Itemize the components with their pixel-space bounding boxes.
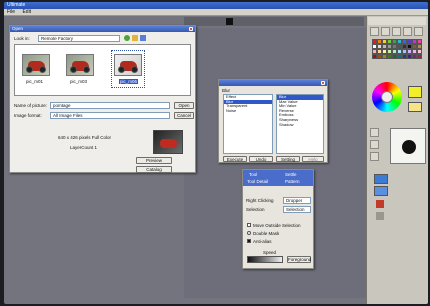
brush-size-large-icon[interactable]	[370, 152, 379, 161]
brush-size-small-icon[interactable]	[370, 128, 379, 137]
blur-title-label: Blur	[222, 88, 231, 93]
text-tool-icon[interactable]	[414, 27, 423, 36]
type-label: Image format:	[14, 113, 42, 118]
setting-button[interactable]: Setting	[276, 156, 300, 162]
checkbox-anti-alias[interactable]	[247, 239, 251, 243]
bike-image	[160, 139, 177, 148]
color-wheel-center	[381, 91, 393, 103]
open-button[interactable]: Open	[174, 102, 194, 109]
thumbnail-3[interactable]	[114, 54, 142, 76]
menu-file[interactable]: File	[4, 9, 18, 16]
folder-up-icon[interactable]	[124, 35, 130, 41]
color-palette[interactable]	[372, 39, 422, 59]
background-color-swatch[interactable]	[408, 102, 422, 112]
screen: Ultimate File Edit Open Look in: Remote …	[4, 2, 428, 304]
selection-select[interactable]: Selection	[283, 206, 311, 213]
thumbnail-2[interactable]	[66, 54, 94, 76]
option-move-outside-label: Move Outside Selection	[253, 223, 301, 228]
option-anti-alias-label: Anti-alias	[253, 239, 272, 244]
layer-thumbnail-1[interactable]	[374, 174, 388, 184]
catalog-button[interactable]: Catalog	[136, 166, 172, 173]
open-dialog: Open Look in: Remote Factory pic_m01 pic…	[9, 25, 196, 173]
look-in-select[interactable]: Remote Factory	[38, 35, 120, 42]
toolbar-strip	[184, 17, 364, 26]
thumbnail-2-label: pic_m03	[70, 79, 88, 84]
thumbnail-3-label: pic_m06	[119, 79, 139, 84]
thumbnail-1-label: pic_m01	[26, 79, 44, 84]
pencil-tool-icon[interactable]	[370, 27, 379, 36]
app-title: Ultimate	[7, 2, 26, 8]
selection-value: Selection	[286, 207, 305, 212]
speed-slider[interactable]	[247, 256, 283, 263]
undo-button[interactable]: Undo	[249, 156, 273, 162]
color-wheel[interactable]	[372, 82, 402, 112]
brush-preview	[390, 128, 426, 164]
selection-panel: Tool Settle Tool Detail Pattern Right Cl…	[242, 169, 314, 269]
tab-tool[interactable]: Tool	[249, 172, 257, 177]
speed-label: Speed	[263, 250, 277, 255]
foreground-button[interactable]: Foreground	[287, 256, 311, 263]
name-input-value: pomtage	[53, 103, 71, 108]
tab-pattern[interactable]: Pattern	[285, 179, 300, 184]
preview-image	[153, 130, 183, 154]
image-info-text: 640 x 426 pixels Full Color	[58, 135, 112, 140]
type-select-value: All Image Files	[53, 113, 83, 118]
close-icon[interactable]	[321, 81, 325, 85]
brush-dot	[402, 140, 416, 154]
option-double-mask-label: Double Mask	[253, 231, 280, 236]
filter-list[interactable]: Blur Max Value Min Value Reverse Emboss …	[276, 94, 324, 154]
thumbnail-1[interactable]	[22, 54, 50, 76]
menu-bar: File Edit	[4, 9, 428, 16]
right-panel-header	[368, 17, 426, 25]
layer-thumbnail-2[interactable]	[374, 186, 388, 196]
execute-button[interactable]: Execute	[223, 156, 247, 162]
tab-tool-detail[interactable]: Tool Detail	[247, 179, 268, 184]
brush-size-medium-icon[interactable]	[370, 140, 379, 149]
checkbox-double-mask[interactable]	[247, 231, 251, 235]
view-menu-icon[interactable]	[140, 35, 146, 41]
layer-visibility-icon[interactable]	[376, 212, 384, 220]
name-label: Name of picture:	[14, 103, 48, 108]
layer-lock-icon[interactable]	[376, 200, 384, 208]
look-in-label: Look in:	[14, 36, 30, 41]
blur-dialog: Blur Effect Blur Transparent Noise Blur …	[218, 79, 328, 163]
eraser-tool-icon[interactable]	[392, 27, 401, 36]
palette-swatch[interactable]	[417, 54, 422, 59]
cancel-button[interactable]: Cancel	[174, 112, 194, 119]
type-select[interactable]: All Image Files	[50, 112, 170, 119]
category-item-noise[interactable]: Noise	[224, 108, 272, 114]
fill-tool-icon[interactable]	[403, 27, 412, 36]
tab-settle[interactable]: Settle	[285, 172, 297, 177]
close-icon[interactable]	[189, 27, 193, 31]
right-clicking-select[interactable]: Dropper	[283, 197, 311, 204]
checkbox-move-outside[interactable]	[247, 223, 251, 227]
blur-dialog-title	[219, 80, 327, 86]
preview-button[interactable]: Preview	[136, 157, 172, 164]
check-mark-icon	[248, 240, 250, 242]
menu-edit[interactable]: Edit	[19, 9, 34, 16]
app-title-bar: Ultimate	[4, 2, 428, 9]
right-clicking-value: Dropper	[286, 198, 303, 203]
toolbar-color-box	[226, 18, 233, 25]
layer-count-text: LayerCount 1	[70, 145, 98, 150]
name-input[interactable]: pomtage	[50, 102, 170, 109]
foreground-color-swatch[interactable]	[408, 86, 422, 98]
help-button[interactable]: Help	[302, 156, 324, 162]
right-clicking-label: Right Clicking	[246, 198, 274, 203]
open-dialog-title: Open	[10, 26, 195, 32]
filter-item-shadow[interactable]: Shadow	[277, 122, 323, 128]
selection-label: Selection	[246, 207, 265, 212]
look-in-value: Remote Factory	[41, 36, 74, 41]
brush-tool-icon[interactable]	[381, 27, 390, 36]
filter-category-list[interactable]: Effect Blur Transparent Noise	[223, 94, 273, 154]
new-folder-icon[interactable]	[132, 35, 138, 41]
